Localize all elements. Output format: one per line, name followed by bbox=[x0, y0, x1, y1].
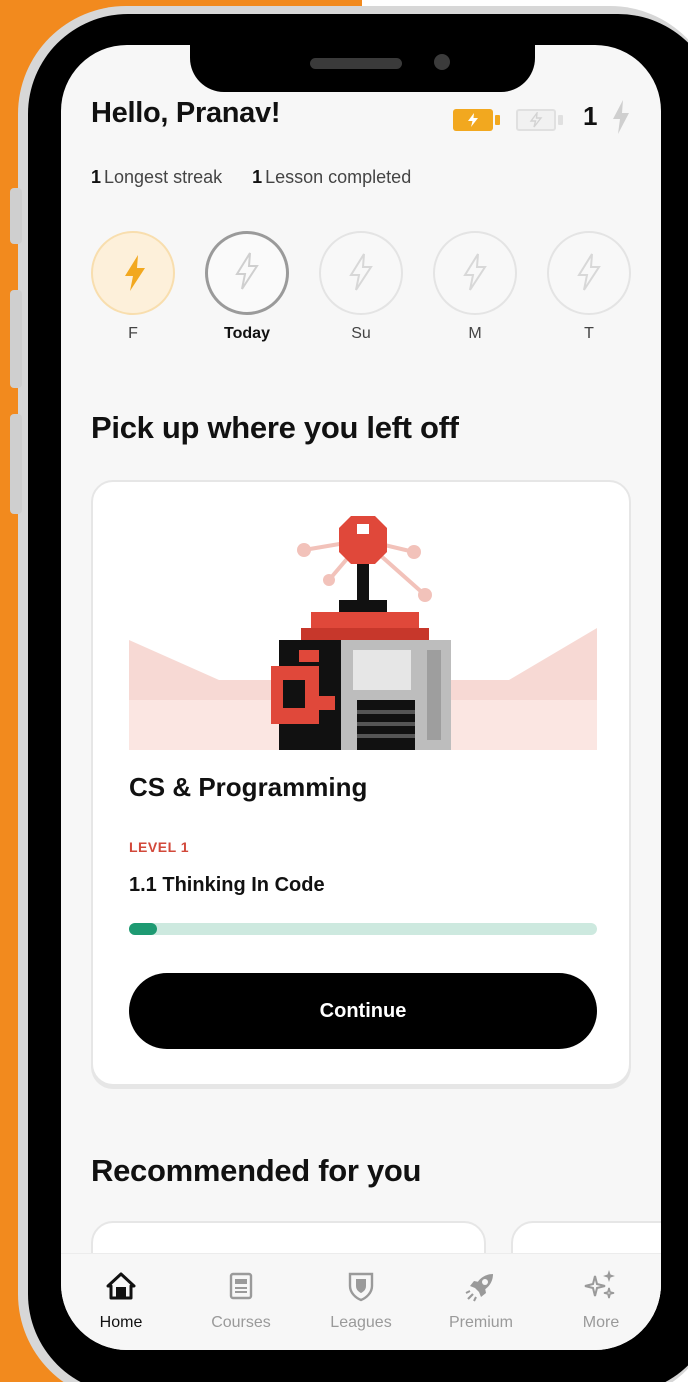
day-label-sunday: Su bbox=[351, 325, 371, 342]
day-circle-sunday[interactable] bbox=[319, 231, 403, 315]
phone-notch bbox=[190, 40, 535, 92]
nav-item-leagues[interactable]: Leagues bbox=[301, 1254, 421, 1350]
phone-speaker bbox=[310, 58, 402, 69]
course-level: LEVEL 1 bbox=[129, 839, 190, 855]
nav-label-premium: Premium bbox=[448, 1314, 513, 1331]
continue-section-title: Pick up where you left off bbox=[91, 410, 459, 445]
nav-label-courses: Courses bbox=[211, 1314, 271, 1331]
home-icon bbox=[106, 1272, 136, 1300]
continue-button[interactable]: Continue bbox=[129, 973, 597, 1049]
greeting-title: Hello, Pranav! bbox=[91, 97, 281, 129]
bolt-icon-outline bbox=[349, 253, 373, 291]
robot-illustration bbox=[129, 516, 597, 750]
bolt-icon-outline bbox=[577, 253, 601, 291]
day-label-tuesday: T bbox=[584, 325, 594, 342]
lessons-completed-value: 1 bbox=[252, 167, 263, 187]
sparkles-icon bbox=[584, 1270, 615, 1299]
bottom-navigation: Home Courses Leagues Premium More bbox=[61, 1253, 661, 1350]
nav-item-more[interactable]: More bbox=[541, 1254, 661, 1350]
streak-battery-empty-icon[interactable] bbox=[516, 109, 563, 131]
day-circle-tuesday[interactable] bbox=[547, 231, 631, 315]
lesson-progress-fill bbox=[129, 923, 158, 935]
day-label-today: Today bbox=[224, 325, 270, 342]
day-label-monday: M bbox=[468, 325, 482, 342]
lesson-progress-bar bbox=[129, 923, 597, 935]
continue-course-card[interactable]: CS & Programming LEVEL 1 1.1 Thinking In… bbox=[91, 480, 631, 1086]
nav-label-home: Home bbox=[99, 1314, 143, 1331]
lessons-completed-label: Lesson completed bbox=[265, 167, 412, 187]
course-title: CS & Programming bbox=[129, 772, 368, 802]
leagues-shield-icon bbox=[348, 1272, 374, 1302]
bolt-icon-filled bbox=[125, 255, 145, 291]
bolt-icon-outline bbox=[463, 253, 487, 291]
phone-camera bbox=[434, 54, 450, 70]
day-label-friday: F bbox=[128, 325, 138, 342]
bolt-icon-outline bbox=[235, 252, 259, 290]
streak-bolt-icon bbox=[613, 100, 629, 134]
phone-volume-down-button bbox=[10, 414, 22, 514]
nav-item-home[interactable]: Home bbox=[61, 1254, 181, 1350]
streak-count: 1 bbox=[583, 101, 598, 131]
day-circle-monday[interactable] bbox=[433, 231, 517, 315]
day-circle-friday[interactable] bbox=[91, 231, 175, 315]
nav-label-leagues: Leagues bbox=[330, 1314, 392, 1331]
day-circle-today[interactable] bbox=[205, 231, 289, 315]
nav-item-premium[interactable]: Premium bbox=[421, 1254, 541, 1350]
courses-icon bbox=[229, 1272, 253, 1300]
phone-mute-switch bbox=[10, 188, 22, 244]
premium-rocket-icon bbox=[465, 1274, 493, 1302]
lesson-title: 1.1 Thinking In Code bbox=[129, 874, 325, 896]
app-screen: Hello, Pranav! 1 1 Longest streak 1 Lesson … bbox=[61, 45, 661, 1350]
stats-row: 1 Longest streak 1 Lesson completed bbox=[91, 167, 411, 188]
longest-streak-value: 1 bbox=[91, 167, 102, 187]
nav-label-more: More bbox=[582, 1314, 620, 1331]
streak-battery-full-icon[interactable] bbox=[453, 109, 500, 131]
recommended-section-title: Recommended for you bbox=[91, 1153, 422, 1188]
phone-volume-up-button bbox=[10, 290, 22, 388]
nav-item-courses[interactable]: Courses bbox=[181, 1254, 301, 1350]
longest-streak-label: Longest streak bbox=[104, 167, 223, 187]
